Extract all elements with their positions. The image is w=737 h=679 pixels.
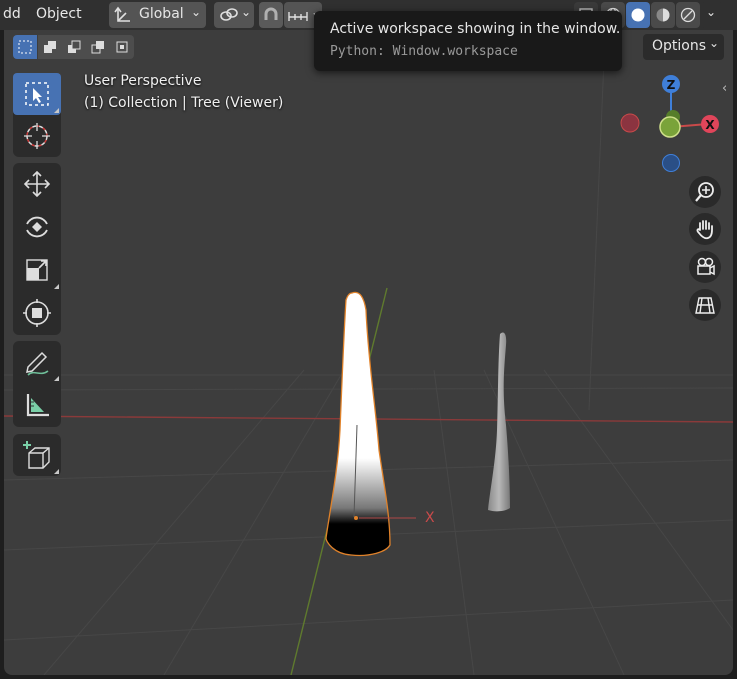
camera-view-button[interactable]	[689, 251, 721, 283]
gizmo-y-axis[interactable]	[659, 116, 681, 138]
select-intersect-icon	[116, 41, 128, 53]
zoom-button[interactable]	[689, 176, 721, 208]
snap-toggle[interactable]	[259, 2, 283, 28]
chevron-down-icon: ⌄	[191, 5, 202, 19]
camera-icon	[697, 257, 715, 276]
orientation-dropdown[interactable]: Global ⌄	[109, 2, 206, 28]
options-dropdown[interactable]: Options ⌄	[643, 34, 724, 60]
tool-annotate[interactable]	[13, 341, 61, 383]
shading-rendered[interactable]	[676, 2, 700, 28]
gizmo-neg-z-axis[interactable]	[662, 154, 680, 172]
pivot-point-dropdown[interactable]: ⌄	[214, 2, 254, 28]
viewer-tree-object[interactable]	[488, 332, 510, 512]
tool-variants-corner	[54, 284, 59, 289]
select-subtract-icon	[68, 40, 81, 53]
select-extend-button[interactable]	[38, 35, 62, 59]
view-collection-label: (1) Collection | Tree (Viewer)	[84, 95, 284, 111]
select-intersect-button[interactable]	[110, 35, 134, 59]
chevron-down-icon: ⌄	[706, 5, 717, 19]
select-new-button[interactable]	[13, 35, 37, 59]
move-arrows-icon	[23, 170, 51, 198]
rotate-icon	[26, 216, 48, 238]
perspective-toggle-button[interactable]	[689, 289, 721, 321]
tool-select-box[interactable]	[13, 73, 61, 115]
select-extend-icon	[44, 41, 56, 53]
select-mode-group	[13, 35, 134, 59]
select-box-icon	[25, 82, 49, 106]
cursor-crosshair-icon	[24, 123, 50, 149]
transform-orientation-icon	[114, 6, 130, 22]
view-perspective-label: User Perspective	[84, 73, 202, 89]
measure-ruler-icon	[26, 394, 49, 417]
grid-perspective-icon	[695, 297, 715, 314]
tool-transform[interactable]	[13, 292, 61, 334]
add-cube-icon	[23, 441, 50, 469]
select-box-icon	[18, 40, 32, 54]
pan-button[interactable]	[689, 213, 721, 245]
sidebar-toggle-arrow[interactable]: ‹	[722, 81, 736, 99]
tooltip: Active workspace showing in the window. …	[314, 11, 622, 71]
toolbox-add-group	[13, 434, 61, 476]
menu-item-object[interactable]: Object	[36, 6, 82, 22]
gizmo-x-label: X	[705, 118, 715, 132]
transform-icon	[23, 299, 51, 327]
chevron-down-icon: ⌄	[241, 5, 252, 19]
chevron-down-icon: ⌄	[709, 36, 720, 50]
tool-variants-corner	[54, 469, 59, 474]
object-origin	[354, 516, 358, 520]
tool-variants-corner	[54, 108, 59, 113]
axis-x-label: X	[425, 510, 435, 526]
tool-scale[interactable]	[13, 249, 61, 291]
hand-icon	[696, 220, 713, 240]
shading-material[interactable]	[651, 2, 675, 28]
select-invert-button[interactable]	[86, 35, 110, 59]
scale-icon	[26, 259, 48, 281]
tool-rotate[interactable]	[13, 206, 61, 248]
toolbox-annotate-group	[13, 341, 61, 427]
shading-solid[interactable]	[626, 2, 650, 28]
annotate-pencil-icon	[26, 351, 49, 376]
zoom-magnifier-icon	[695, 182, 714, 202]
tool-measure[interactable]	[13, 384, 61, 426]
tool-variants-corner	[54, 376, 59, 381]
navigation-gizmo[interactable]: Z X	[610, 70, 737, 178]
shading-options-dropdown[interactable]: ⌄	[701, 2, 723, 28]
gizmo-z-label: Z	[667, 78, 676, 92]
material-sphere-icon	[656, 8, 670, 22]
tooltip-title: Active workspace showing in the window.	[330, 21, 621, 37]
tool-cursor[interactable]	[13, 115, 61, 157]
pivot-link-icon	[220, 8, 238, 21]
selected-tree-object[interactable]	[325, 291, 391, 557]
toolbox-transform-group	[13, 163, 61, 335]
menu-item-add[interactable]: dd	[3, 6, 21, 22]
solid-sphere-icon	[631, 8, 645, 22]
tooltip-python-path: Python: Window.workspace	[330, 44, 518, 59]
rendered-sphere-icon	[680, 7, 696, 23]
gizmo-neg-x-axis[interactable]	[620, 113, 640, 133]
snap-increment-icon	[288, 12, 308, 21]
toolbox-select-group	[13, 73, 61, 157]
tool-add-cube[interactable]	[13, 434, 61, 476]
magnet-icon	[264, 7, 278, 20]
options-label: Options	[652, 38, 707, 54]
select-invert-icon	[91, 41, 104, 54]
select-subtract-button[interactable]	[62, 35, 86, 59]
orientation-label: Global	[139, 6, 184, 22]
tool-move[interactable]	[13, 163, 61, 205]
